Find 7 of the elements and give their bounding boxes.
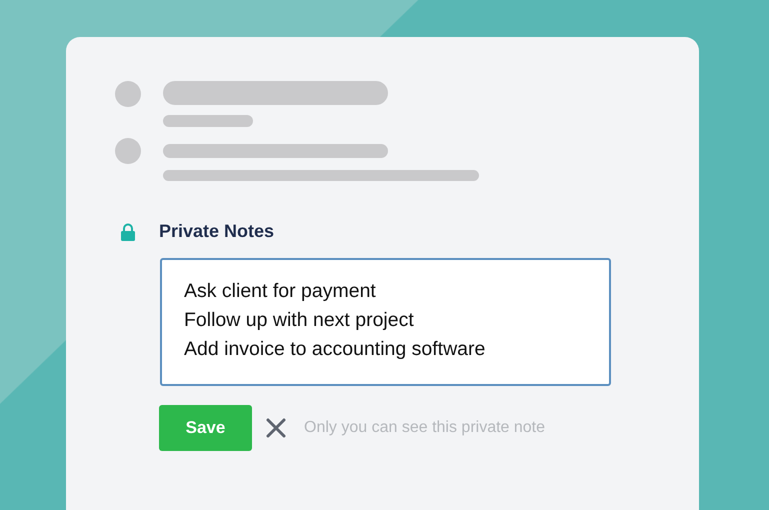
skeleton-avatar xyxy=(115,81,141,107)
skeleton-avatar xyxy=(115,138,141,164)
notes-field[interactable]: Ask client for payment Follow up with next project Add invoice to accounting software xyxy=(160,258,611,386)
close-icon[interactable] xyxy=(266,418,286,438)
privacy-hint: Only you can see this private note xyxy=(304,419,546,437)
section-title: Private Notes xyxy=(159,221,274,242)
lock-icon xyxy=(121,222,135,240)
